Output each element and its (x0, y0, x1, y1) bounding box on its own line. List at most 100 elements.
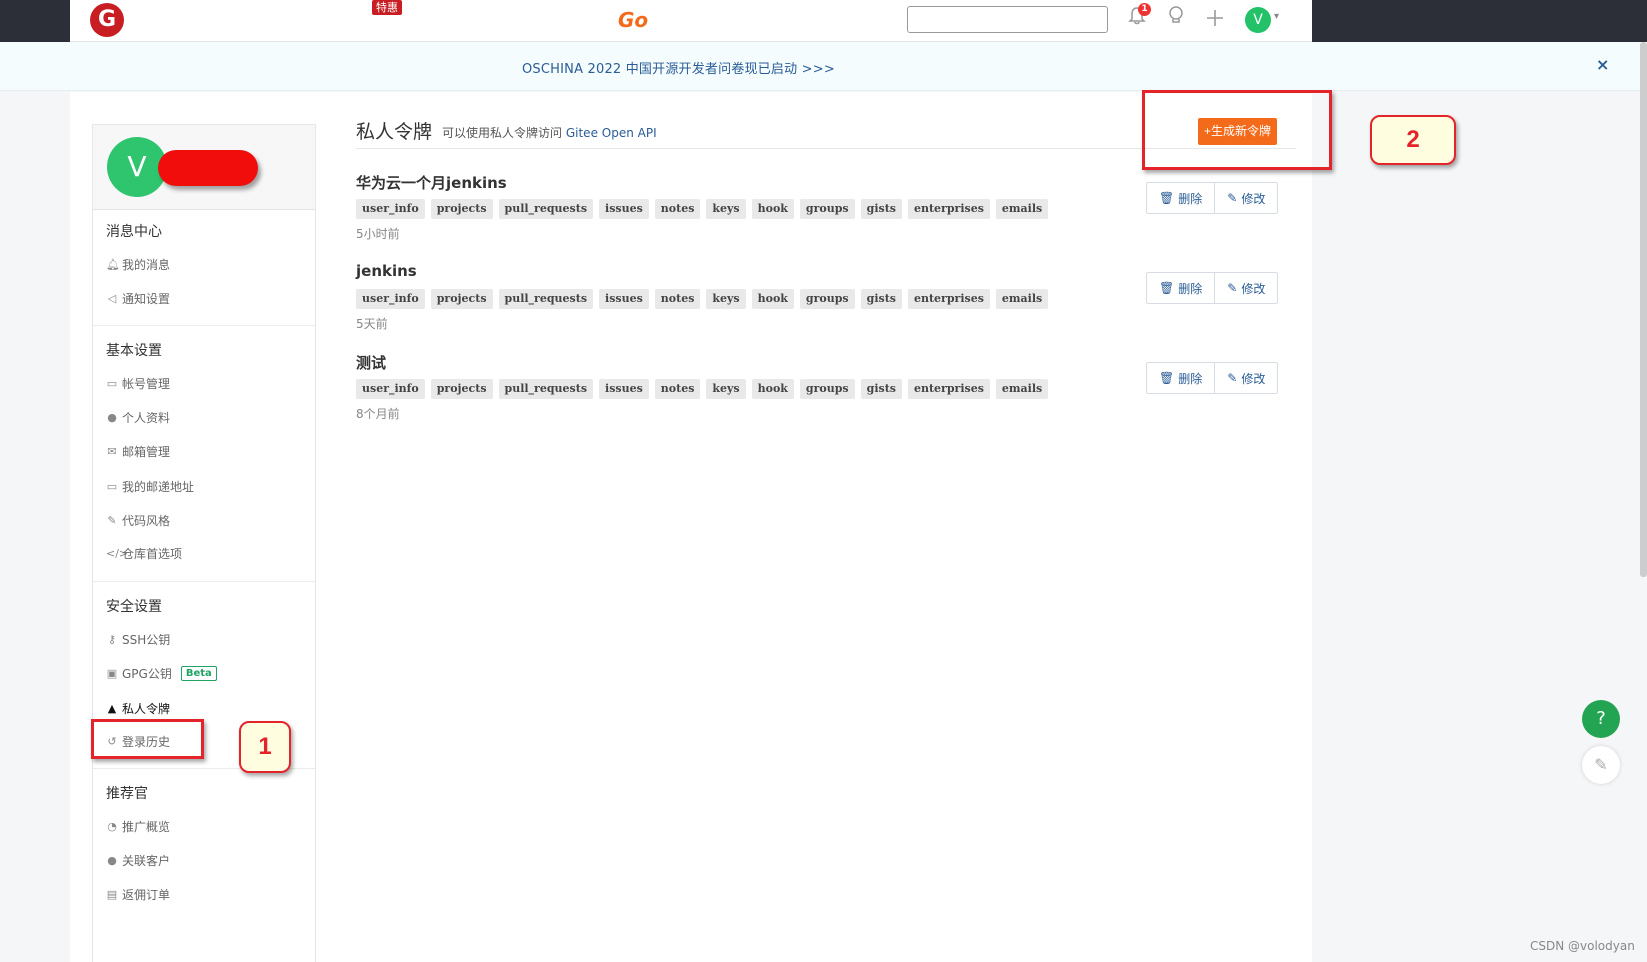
trash-icon: 🗑︎ (1159, 191, 1175, 205)
gitee-logo[interactable]: G (90, 3, 124, 37)
scope-tag: pull_requests (498, 199, 594, 219)
sidebar-item-gpg-keys[interactable]: ▣ GPG公钥 Beta (106, 665, 217, 682)
delete-button[interactable]: 🗑︎ 删除 (1147, 273, 1215, 303)
group-title-referrer: 推荐官 (106, 786, 148, 802)
token-scopes: user_info projects pull_requests issues … (356, 379, 1049, 399)
close-icon[interactable]: × (1596, 55, 1609, 74)
annotation-label-1: 1 (239, 721, 291, 773)
token-actions: 🗑︎ 删除 ✎ 修改 (1146, 182, 1279, 214)
scope-tag: enterprises (907, 379, 990, 399)
promo-badge[interactable]: 特惠 (372, 0, 402, 15)
user-avatar[interactable]: V (1245, 7, 1271, 33)
scope-tag: emails (995, 379, 1049, 399)
settings-sidebar: V 消息中心 🔔︎ 我的消息 ◁ 通知设置 基本设置 ▭ 帐号管理 ● 个人资料 ✉ 邮箱… (92, 124, 316, 962)
edit-icon: ✎ (1227, 191, 1238, 205)
group-title-security-settings: 安全设置 (106, 599, 162, 615)
delete-button[interactable]: 🗑︎ 删除 (1147, 363, 1215, 393)
trash-icon: 🗑︎ (1159, 371, 1175, 385)
token-name: 测试 (356, 354, 387, 372)
id-card-icon: ▭ (106, 480, 118, 493)
feedback-button[interactable]: ✎ (1582, 746, 1620, 784)
sidebar-item-my-messages[interactable]: 🔔︎ 我的消息 (106, 256, 170, 273)
scope-tag: keys (706, 199, 746, 219)
scope-tag: notes (654, 289, 701, 309)
delete-button[interactable]: 🗑︎ 删除 (1147, 183, 1215, 213)
scope-tag: gists (860, 379, 902, 399)
sidebar-item-ssh-keys[interactable]: ⚷ SSH公钥 (106, 631, 170, 648)
announcement-banner: OSCHINA 2022 中国开源开发者问卷现已启动 >>> × (0, 42, 1647, 91)
scope-tag: emails (995, 199, 1049, 219)
scope-tag: groups (799, 289, 855, 309)
plus-icon[interactable] (1202, 6, 1228, 32)
scope-tag: keys (706, 379, 746, 399)
divider (93, 325, 315, 326)
announcement-link[interactable]: OSCHINA 2022 中国开源开发者问卷现已启动 >>> (522, 58, 835, 77)
scope-tag: pull_requests (498, 379, 594, 399)
sidebar-item-profile[interactable]: ● 个人资料 (106, 409, 170, 426)
scope-tag: hook (751, 289, 794, 309)
scope-tag: user_info (356, 199, 425, 219)
scope-tag: gists (860, 199, 902, 219)
sidebar-item-promotion-overview[interactable]: ◔ 推广概览 (106, 818, 170, 835)
edit-button[interactable]: ✎ 修改 (1214, 183, 1278, 213)
scope-tag: hook (751, 379, 794, 399)
speaker-icon: ◁ (107, 292, 117, 305)
annotation-box-2 (1142, 90, 1332, 170)
trash-icon: 🗑︎ (1159, 281, 1175, 295)
watermark: CSDN @volodyan (1530, 939, 1635, 953)
scope-tag: keys (706, 289, 746, 309)
beta-badge: Beta (180, 666, 217, 681)
sidebar-item-commission-orders[interactable]: ▤ 返佣订单 (106, 886, 170, 903)
sidebar-item-account[interactable]: ▭ 帐号管理 (106, 375, 170, 392)
sidebar-item-code-style[interactable]: ✎ 代码风格 (106, 512, 170, 529)
help-button[interactable]: ? (1582, 700, 1620, 738)
scope-tag: projects (430, 199, 493, 219)
document-icon: ▤ (106, 888, 118, 901)
redaction-mark (158, 150, 258, 186)
scope-tag: enterprises (907, 289, 990, 309)
gauge-icon: ◔ (107, 820, 117, 833)
token-name: 华为云一个月jenkins (356, 174, 507, 192)
scope-tag: notes (654, 199, 701, 219)
scope-tag: gists (860, 289, 902, 309)
key-icon: ⚷ (107, 633, 117, 646)
edit-button[interactable]: ✎ 修改 (1214, 363, 1278, 393)
chevron-down-icon[interactable]: ▾ (1274, 11, 1279, 22)
scope-tag: issues (599, 379, 649, 399)
brush-icon: ✎ (107, 514, 117, 527)
sidebar-item-linked-customers[interactable]: ● 关联客户 (106, 852, 170, 869)
sidebar-item-private-tokens[interactable]: ▲ 私人令牌 (106, 700, 170, 717)
token-icon: ▲ (107, 702, 117, 715)
notification-count-badge: 1 (1138, 3, 1151, 16)
profile-card: V (93, 125, 315, 210)
sidebar-item-notification-settings[interactable]: ◁ 通知设置 (106, 290, 170, 307)
edit-button[interactable]: ✎ 修改 (1214, 273, 1278, 303)
token-created-time: 5小时前 (356, 227, 400, 241)
user-icon: ● (107, 411, 117, 424)
scope-tag: user_info (356, 289, 425, 309)
scope-tag: groups (799, 379, 855, 399)
lightbulb-icon[interactable] (1163, 6, 1189, 32)
scope-tag: hook (751, 199, 794, 219)
token-row: jenkins user_info projects pull_requests… (356, 262, 1296, 342)
sidebar-item-email[interactable]: ✉ 邮箱管理 (106, 443, 170, 460)
group-title-basic-settings: 基本设置 (106, 343, 162, 359)
edit-icon: ✎ (1594, 755, 1608, 774)
top-navbar: G 特惠 Go 1 V ▾ (0, 0, 1647, 42)
scope-tag: projects (430, 289, 493, 309)
scope-tag: issues (599, 199, 649, 219)
search-input[interactable] (907, 6, 1108, 33)
bell-icon: 🔔︎ (106, 258, 120, 271)
token-scopes: user_info projects pull_requests issues … (356, 199, 1049, 219)
token-name: jenkins (356, 262, 417, 280)
envelope-icon: ✉ (107, 445, 117, 458)
page-container: V 消息中心 🔔︎ 我的消息 ◁ 通知设置 基本设置 ▭ 帐号管理 ● 个人资料 ✉ 邮箱… (70, 92, 1312, 962)
sidebar-item-repo-preferences[interactable]: </> 仓库首选项 (106, 545, 182, 562)
scope-tag: user_info (356, 379, 425, 399)
scope-tag: pull_requests (498, 289, 594, 309)
open-api-link[interactable]: Gitee Open API (566, 126, 657, 140)
go-logo[interactable]: Go (618, 8, 648, 32)
sidebar-item-postal-address[interactable]: ▭ 我的邮递地址 (106, 478, 194, 495)
scrollbar[interactable] (1640, 42, 1647, 577)
token-row: 华为云一个月jenkins user_info projects pull_re… (356, 172, 1296, 252)
